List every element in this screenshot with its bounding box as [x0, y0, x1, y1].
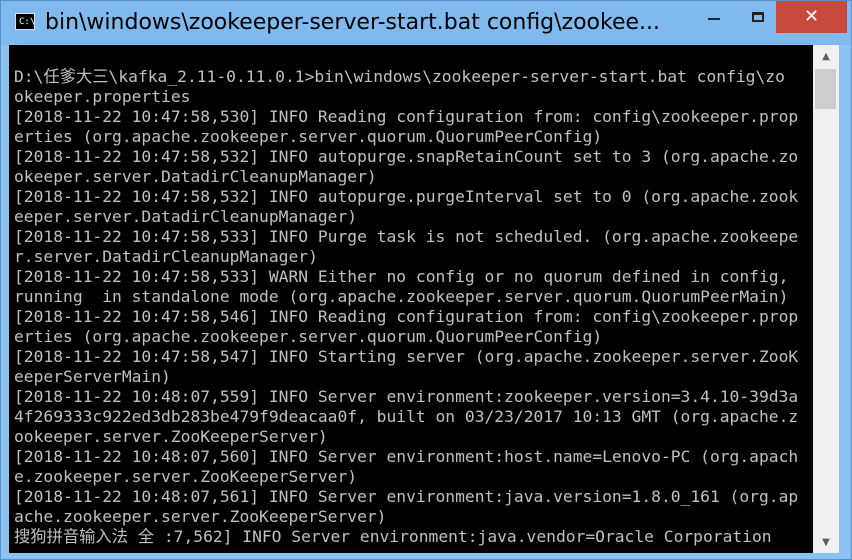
- console-line: 搜狗拼音输入法 全 :7,562] INFO Server environmen…: [14, 527, 772, 546]
- console-line: ache.zookeeper.server.ZooKeeperServer): [14, 507, 387, 526]
- maximize-button[interactable]: [735, 1, 781, 33]
- console-line: e.zookeeper.server.ZooKeeperServer): [14, 467, 358, 486]
- console-line: okeeper.server.DatadirCleanupManager): [14, 167, 377, 186]
- minimize-button[interactable]: [691, 1, 737, 33]
- console-line: [2018-11-22 10:47:58,533] INFO Purge tas…: [14, 227, 799, 246]
- console-line: D:\任爹大三\kafka_2.11-0.11.0.1>bin\windows\…: [14, 67, 785, 86]
- console-line: ookeeper.server.ZooKeeperServer): [14, 427, 328, 446]
- console-line: [2018-11-22 10:48:07,559] INFO Server en…: [14, 387, 799, 406]
- console-line: r.server.DatadirCleanupManager): [14, 247, 318, 266]
- terminal-icon[interactable]: C:\: [15, 13, 35, 30]
- console-line: erties (org.apache.zookeeper.server.quor…: [14, 327, 603, 346]
- scroll-down-button[interactable]: ▼: [813, 531, 839, 553]
- close-button[interactable]: ✕: [776, 1, 847, 33]
- console-line: [2018-11-22 10:47:58,532] INFO autopurge…: [14, 147, 799, 166]
- console-line: 4f269333c922ed3db283be479f9deacaa0f, bui…: [14, 407, 799, 426]
- minimize-icon: [708, 18, 720, 20]
- console-line: [2018-11-22 10:47:58,533] WARN Either no…: [14, 267, 789, 286]
- console-line: okeeper.properties: [14, 87, 191, 106]
- console-line: [2018-11-22 10:47:58,546] INFO Reading c…: [14, 307, 799, 326]
- console-line: [2018-11-22 10:47:58,532] INFO autopurge…: [14, 187, 799, 206]
- console-line: [2018-11-22 10:48:07,560] INFO Server en…: [14, 447, 799, 466]
- console-line: [2018-11-22 10:47:58,530] INFO Reading c…: [14, 107, 799, 126]
- console-output[interactable]: D:\任爹大三\kafka_2.11-0.11.0.1>bin\windows\…: [9, 45, 813, 553]
- title-bar[interactable]: C:\ bin\windows\zookeeper-server-start.b…: [1, 1, 851, 45]
- console-line: erties (org.apache.zookeeper.server.quor…: [14, 127, 603, 146]
- maximize-icon: [752, 12, 764, 22]
- close-icon: ✕: [803, 6, 820, 27]
- console-line: eeperServerMain): [14, 367, 171, 386]
- console-window: C:\ bin\windows\zookeeper-server-start.b…: [0, 0, 852, 560]
- chevron-down-icon: ▼: [822, 536, 830, 548]
- console-line: running in standalone mode (org.apache.z…: [14, 287, 789, 306]
- console-line: [2018-11-22 10:48:07,561] INFO Server en…: [14, 487, 799, 506]
- console-line: [2018-11-22 10:47:58,547] INFO Starting …: [14, 347, 799, 366]
- vertical-scrollbar[interactable]: ▲ ▼: [813, 45, 839, 553]
- chevron-up-icon: ▲: [822, 50, 830, 62]
- console-line: eeper.server.DatadirCleanupManager): [14, 207, 358, 226]
- scrollbar-thumb[interactable]: [815, 69, 836, 109]
- scroll-up-button[interactable]: ▲: [813, 45, 839, 67]
- window-title: bin\windows\zookeeper-server-start.bat c…: [45, 10, 661, 35]
